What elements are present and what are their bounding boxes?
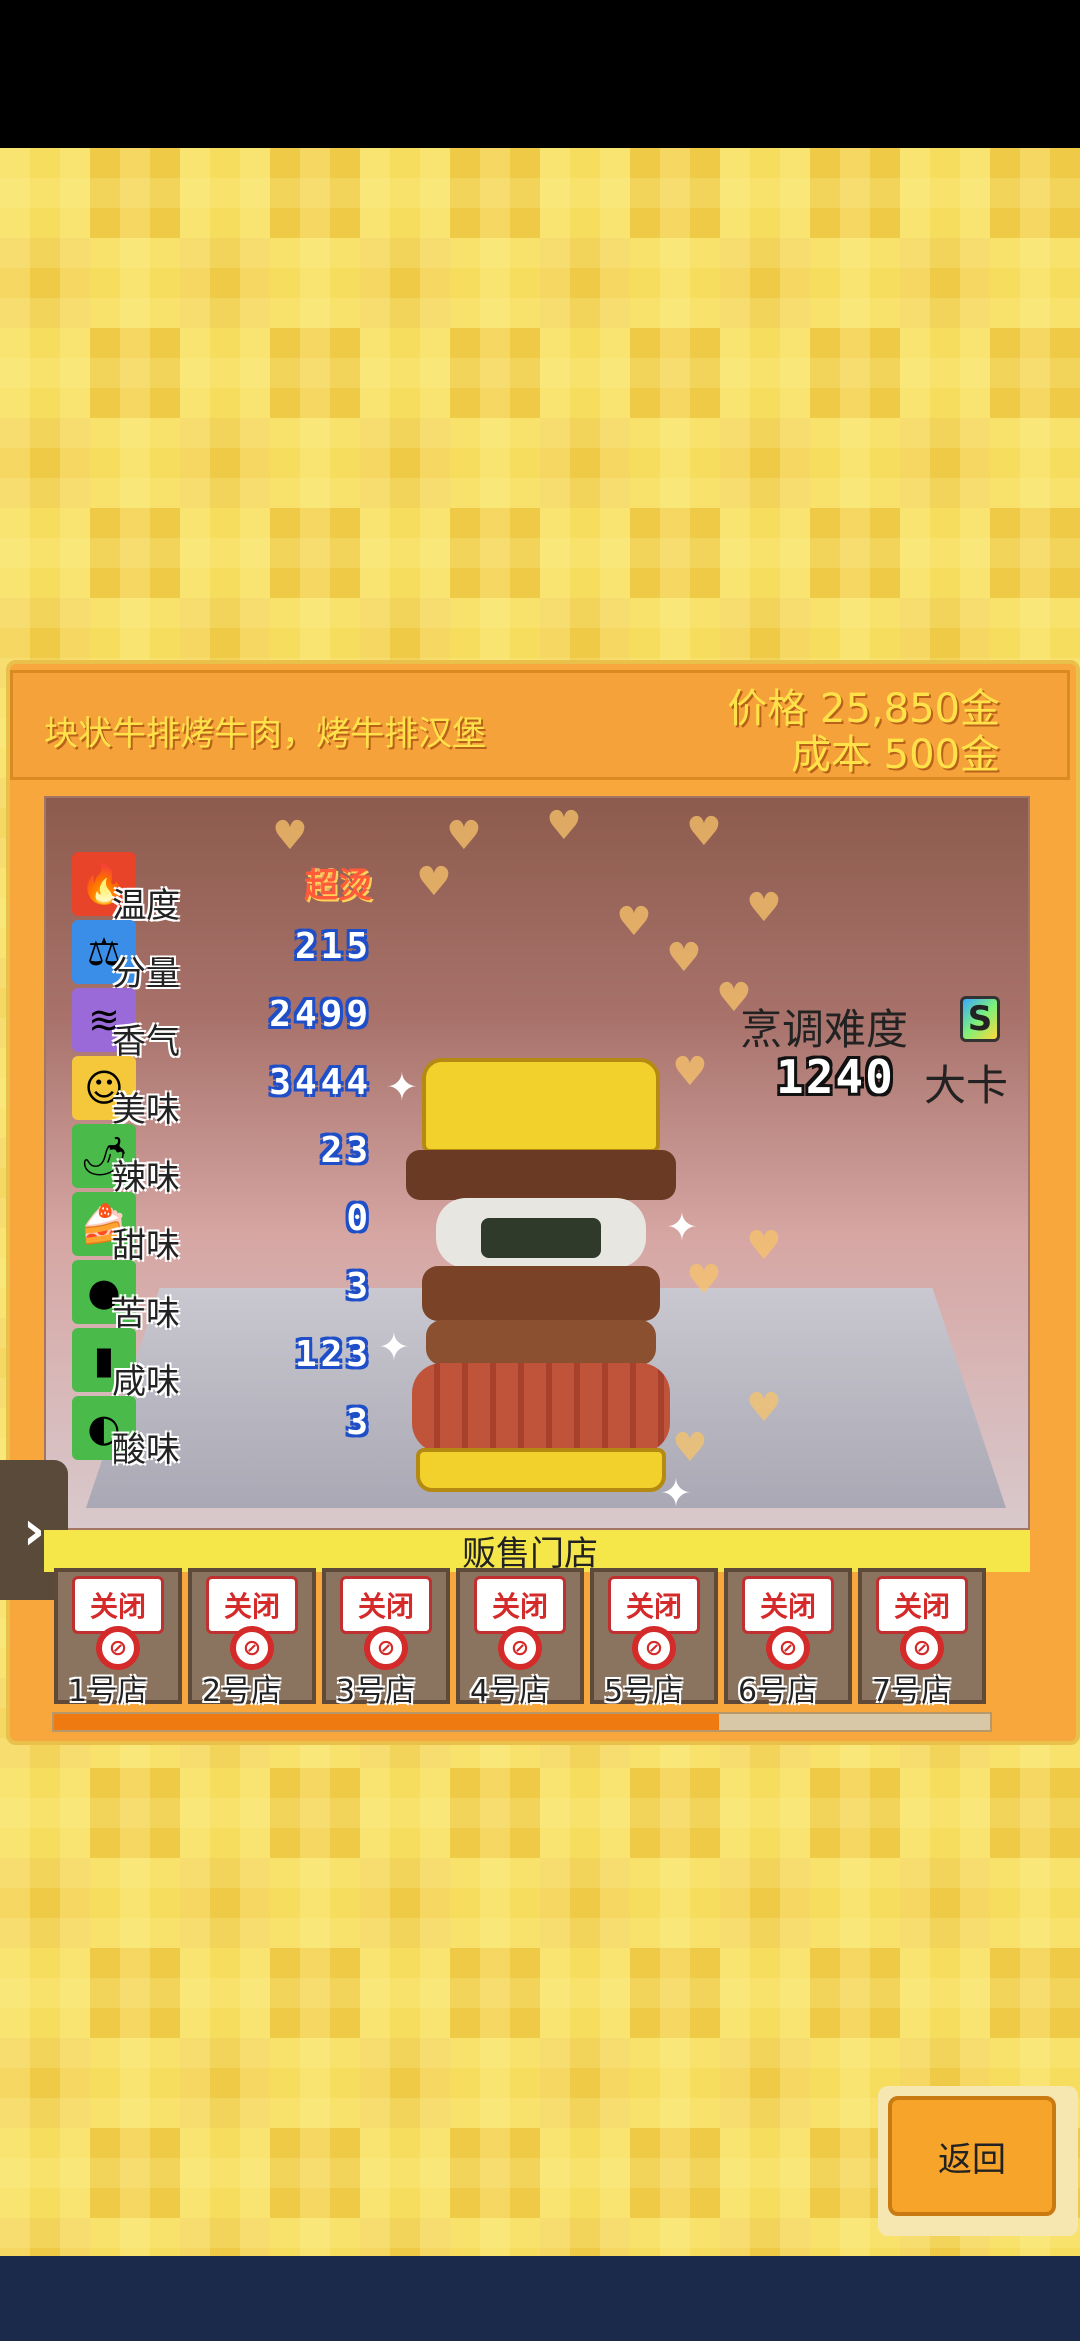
heart-icon: ♥ xyxy=(272,813,308,859)
shop-label: 2号店 xyxy=(202,1674,282,1709)
burger-patty xyxy=(422,1266,660,1321)
stat-temperature: 🔥 温度 超烫 xyxy=(72,852,372,926)
heart-icon: ♥ xyxy=(686,809,722,855)
no-entry-icon: ⊘ xyxy=(96,1626,140,1670)
burger-bun-top xyxy=(422,1058,660,1153)
heart-icon: ♥ xyxy=(672,1425,708,1471)
stat-value: 23 xyxy=(320,1130,372,1171)
stat-salty: ▮ 咸味 123 xyxy=(72,1328,372,1402)
burger-seaweed xyxy=(481,1218,601,1258)
stat-value: 超烫 xyxy=(304,866,372,906)
burger-bun-bottom xyxy=(416,1448,666,1492)
shop-6[interactable]: 关闭 ⊘ 6号店 xyxy=(724,1568,852,1709)
no-entry-icon: ⊘ xyxy=(900,1626,944,1670)
shop-label: 3号店 xyxy=(336,1674,416,1709)
chevron-right-icon: › xyxy=(22,1498,46,1562)
heart-icon: ♥ xyxy=(666,935,702,981)
heart-icon: ♥ xyxy=(446,813,482,859)
back-button[interactable]: 返回 xyxy=(888,2096,1056,2216)
burger-steak xyxy=(412,1363,670,1453)
shop-7[interactable]: 关闭 ⊘ 7号店 xyxy=(858,1568,986,1709)
heart-icon: ♥ xyxy=(672,1049,708,1095)
burger-image xyxy=(406,1058,676,1492)
stat-bitter: ● 苦味 3 xyxy=(72,1260,372,1334)
stat-value: 123 xyxy=(294,1334,372,1375)
shop-4[interactable]: 关闭 ⊘ 4号店 xyxy=(456,1568,584,1709)
cooking-difficulty-label: 烹调难度 xyxy=(740,1005,909,1054)
stat-spicy: 🌶 辣味 23 xyxy=(72,1124,372,1198)
no-entry-icon: ⊘ xyxy=(364,1626,408,1670)
navigation-bar xyxy=(0,2256,1080,2341)
heart-icon: ♥ xyxy=(746,885,782,931)
no-entry-icon: ⊘ xyxy=(498,1626,542,1670)
heart-icon: ♥ xyxy=(546,803,582,849)
no-entry-icon: ⊘ xyxy=(766,1626,810,1670)
progress-fill xyxy=(54,1714,719,1730)
stat-value: 3444 xyxy=(269,1062,372,1103)
heart-icon: ♥ xyxy=(746,1223,782,1269)
no-entry-icon: ⊘ xyxy=(230,1626,274,1670)
shop-label: 4号店 xyxy=(470,1674,550,1709)
heart-icon: ♥ xyxy=(416,859,452,905)
calorie-value: 1240 xyxy=(776,1050,895,1104)
heart-icon: ♥ xyxy=(746,1385,782,1431)
heart-icon: ♥ xyxy=(686,1257,722,1303)
difficulty-rank-badge: S xyxy=(960,996,1000,1042)
dish-name: 块状牛排烤牛肉，烤牛排汉堡 xyxy=(44,714,486,754)
stat-value: 2499 xyxy=(269,994,372,1035)
stat-label: 酸味 xyxy=(112,1430,180,1470)
stat-value: 3 xyxy=(346,1402,372,1443)
shop-progress-bar xyxy=(52,1712,992,1732)
stat-value: 215 xyxy=(294,926,372,967)
no-entry-icon: ⊘ xyxy=(632,1626,676,1670)
stat-sour: ◐ 酸味 3 xyxy=(72,1396,372,1470)
shop-label: 5号店 xyxy=(604,1674,684,1709)
burger-patty xyxy=(426,1320,656,1365)
shop-list: 关闭 ⊘ 1号店 关闭 ⊘ 2号店 关闭 ⊘ 3号店 关闭 ⊘ 4号店 关闭 ⊘… xyxy=(54,1568,994,1709)
burger-patty xyxy=(406,1150,676,1200)
shop-1[interactable]: 关闭 ⊘ 1号店 xyxy=(54,1568,182,1709)
status-bar xyxy=(0,0,1080,148)
dish-cost: 成本 500金 xyxy=(790,732,1000,778)
shop-label: 7号店 xyxy=(872,1674,952,1709)
stat-aroma: ≋ 香气 2499 xyxy=(72,988,372,1062)
calorie-unit: 大卡 xyxy=(924,1061,1009,1110)
stat-portion: ⚖ 分量 215 xyxy=(72,920,372,994)
stat-value: 0 xyxy=(346,1198,372,1239)
stat-value: 3 xyxy=(346,1266,372,1307)
shop-5[interactable]: 关闭 ⊘ 5号店 xyxy=(590,1568,718,1709)
stat-tastiness: ☺ 美味 3444 xyxy=(72,1056,372,1130)
shop-label: 6号店 xyxy=(738,1674,818,1709)
stat-sweet: 🍰 甜味 0 xyxy=(72,1192,372,1266)
shop-3[interactable]: 关闭 ⊘ 3号店 xyxy=(322,1568,450,1709)
heart-icon: ♥ xyxy=(616,899,652,945)
shop-label: 1号店 xyxy=(68,1674,148,1709)
shop-2[interactable]: 关闭 ⊘ 2号店 xyxy=(188,1568,316,1709)
